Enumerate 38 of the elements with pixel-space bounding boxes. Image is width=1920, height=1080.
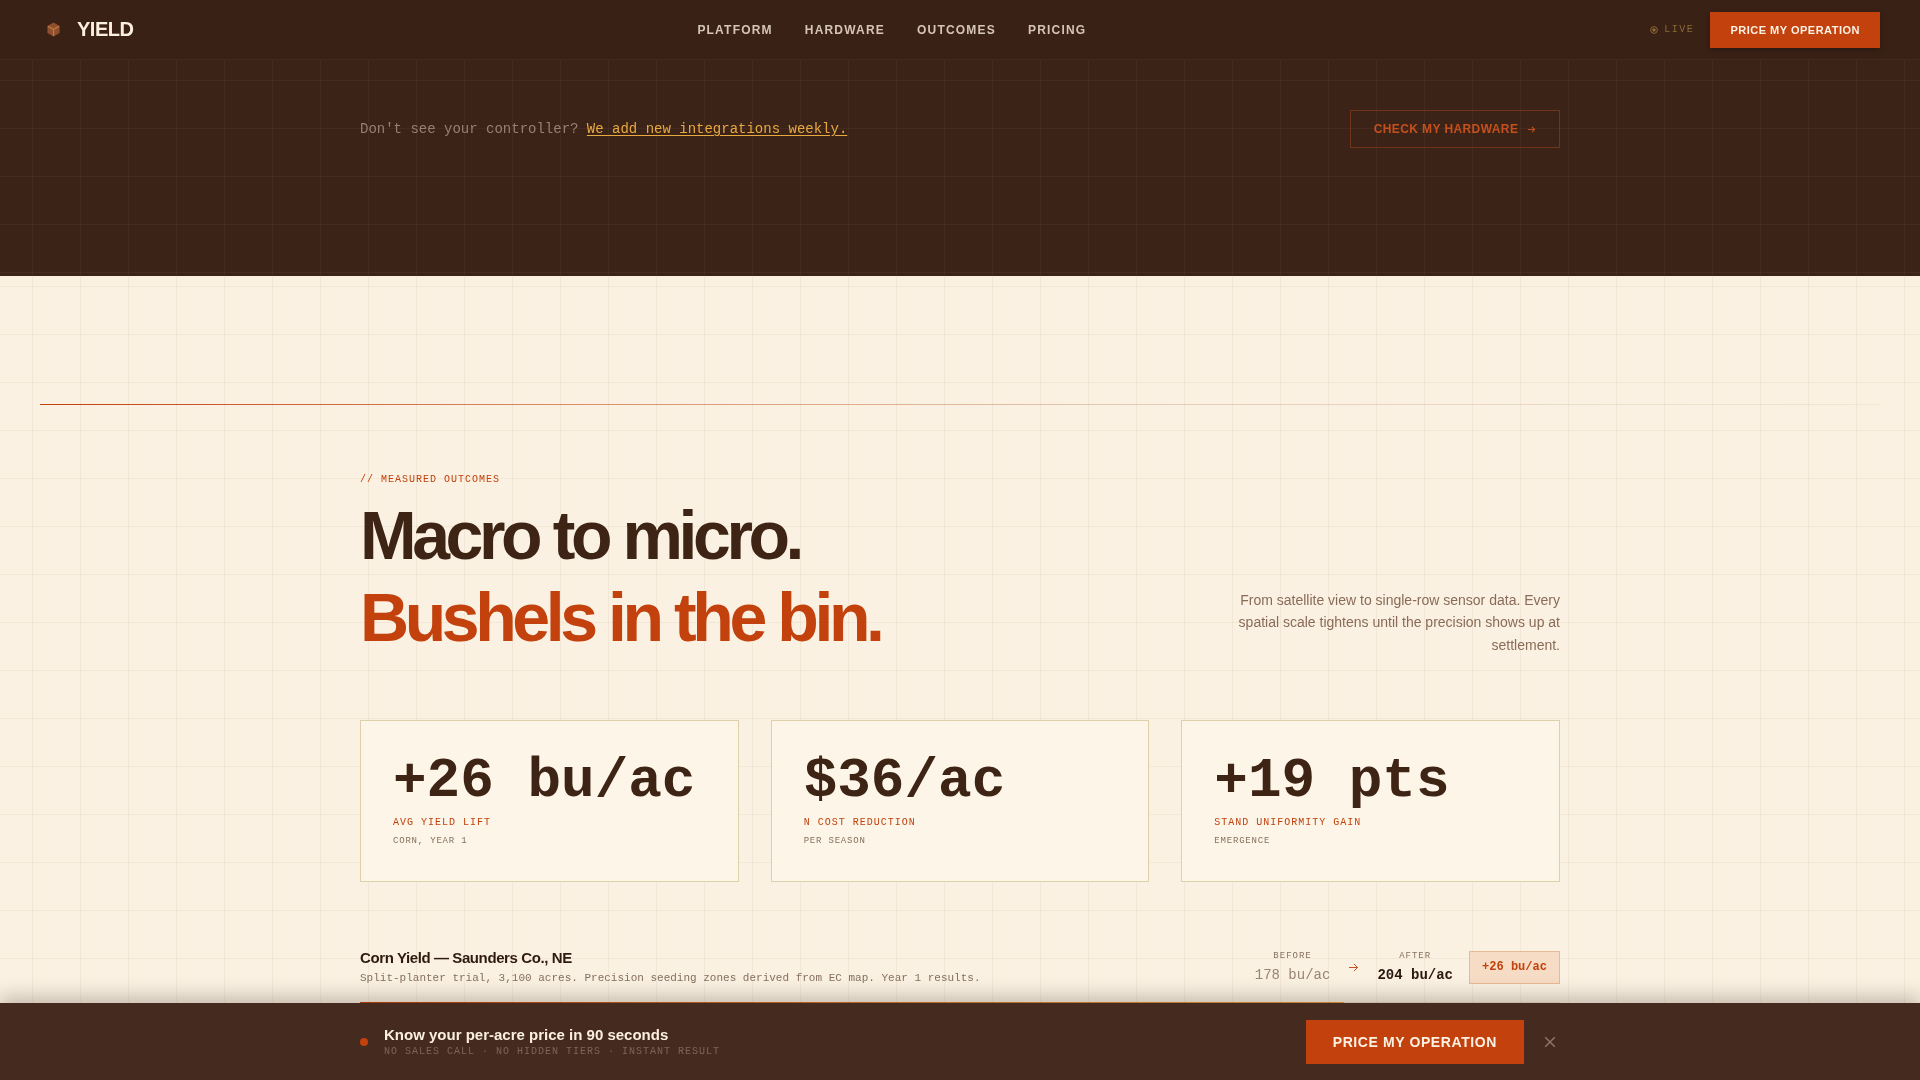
- stat-label: N COST REDUCTION: [803, 816, 917, 830]
- after-label: AFTER: [1399, 950, 1432, 962]
- stat-value: +26 bu/ac: [393, 749, 697, 813]
- integration-note: Don't see your controller? We add new integrations weekly.: [360, 121, 848, 137]
- arrow-icon: [1527, 124, 1537, 134]
- close-icon: [1544, 1035, 1556, 1048]
- stat-note: EMERGENCE: [1214, 835, 1272, 848]
- case-title: Corn Yield — Saunders Co., NE: [360, 948, 573, 968]
- cube-logo-icon: [46, 22, 61, 37]
- after-value: 204 bu/ac: [1377, 966, 1453, 984]
- stat-note: PER SEASON: [803, 835, 867, 848]
- before-value: 178 bu/ac: [1254, 966, 1331, 984]
- stat-value: $36/ac: [803, 749, 1007, 813]
- headline-accent: Bushels in the bin.: [360, 578, 881, 657]
- sticky-title: Know your per-acre price in 90 seconds: [384, 1025, 670, 1044]
- brand-logo[interactable]: YIELD: [46, 18, 134, 41]
- integrations-link[interactable]: We add new integrations weekly.: [586, 121, 848, 137]
- section-eyebrow: // MEASURED OUTCOMES: [360, 474, 501, 485]
- before-label: BEFORE: [1273, 950, 1312, 962]
- nav-link[interactable]: OUTCOMES: [917, 22, 996, 37]
- stat-note: CORN, YEAR 1: [393, 835, 469, 848]
- nav-link[interactable]: PLATFORM: [697, 22, 773, 37]
- stat-value: +19 pts: [1214, 749, 1451, 813]
- delta-badge: +26 bu/ac: [1469, 950, 1560, 984]
- stat-label: AVG YIELD LIFT: [393, 816, 492, 830]
- arrow-icon: [1348, 962, 1360, 972]
- sticky-subtitle: NO SALES CALL · NO HIDDEN TIERS · INSTANT RESULT: [384, 1044, 721, 1058]
- headline: Macro to micro.: [360, 496, 800, 575]
- nav-link[interactable]: PRICING: [1027, 22, 1087, 37]
- stat-label: STAND UNIFORMITY GAIN: [1214, 816, 1363, 830]
- section-description: From satellite view to single-row sensor data. Every spatial scale tightens until the precision shows up at settlement.: [1238, 590, 1560, 655]
- status-dot-icon: [360, 1037, 368, 1046]
- nav-link[interactable]: HARDWARE: [804, 22, 886, 37]
- price-button[interactable]: PRICE MY OPERATION: [1710, 11, 1880, 48]
- live-label: LIVE: [1664, 24, 1695, 35]
- price-button[interactable]: PRICE MY OPERATION: [1305, 1019, 1524, 1064]
- case-description: Split-planter trial, 3,100 acres. Precision seeding zones derived from EC map. Year 1 results.: [360, 971, 981, 986]
- live-dot-icon: [1650, 25, 1659, 34]
